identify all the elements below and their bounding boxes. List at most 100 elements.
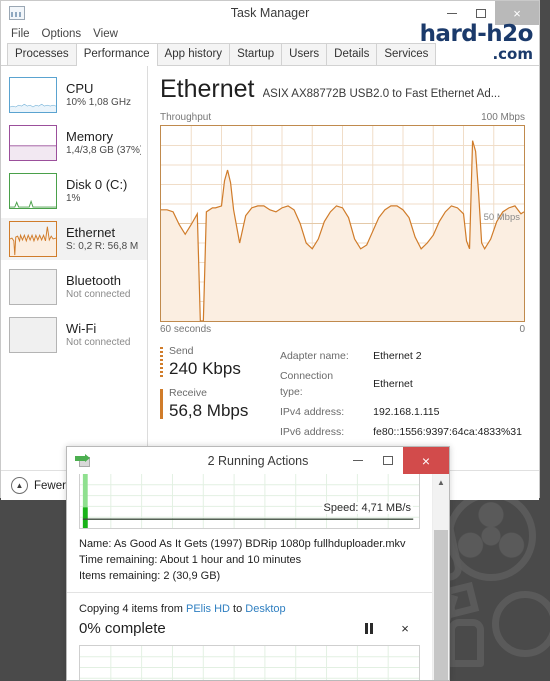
dialog-content: Speed: 4,71 MB/s Name: As Good As It Get… xyxy=(67,474,432,680)
copy-dest-link[interactable]: Desktop xyxy=(245,603,285,615)
menu-item-file[interactable]: File xyxy=(11,28,30,40)
tab-app-history[interactable]: App history xyxy=(156,43,231,65)
copy-icon xyxy=(75,453,91,468)
copy-progress-dialog: 2 Running Actions × Speed: 4,71 MB/s Nam… xyxy=(66,446,450,681)
panel-header: Ethernet ASIX AX88772B USB2.0 to Fast Et… xyxy=(160,76,525,103)
connection-type-value: Ethernet xyxy=(373,378,413,390)
tab-bar: Processes Performance App history Startu… xyxy=(1,43,539,66)
adapter-info-table: Adapter name: Ethernet 2 Connection type… xyxy=(277,345,525,443)
copy-source-line: Copying 4 items from PElis HD to Desktop xyxy=(79,603,420,615)
wallpaper-circle-icon xyxy=(492,591,550,657)
copy-controls: × xyxy=(360,619,420,637)
table-row: IPv4 address: 192.168.1.115 xyxy=(279,403,523,421)
dialog-maximize-button[interactable] xyxy=(373,447,403,474)
sidebar-bluetooth-name: Bluetooth xyxy=(66,273,121,288)
copy-progress-chart-svg xyxy=(80,646,419,680)
cancel-button[interactable]: × xyxy=(396,619,414,637)
receive-label: Receive xyxy=(169,387,207,399)
copy-progress-row: 0% complete × xyxy=(79,619,420,637)
chevron-up-icon: ▲ xyxy=(11,477,28,494)
dialog-minimize-button[interactable] xyxy=(343,447,373,474)
scrollbar-up-arrow[interactable]: ▲ xyxy=(433,474,449,491)
receive-value: 56,8 Mbps xyxy=(169,401,249,420)
copy-percent-label: 0% complete xyxy=(79,619,166,637)
copy-operation-block: Copying 4 items from PElis HD to Desktop… xyxy=(67,593,432,680)
throughput-chart: 50 Mbps xyxy=(160,125,525,322)
tab-startup[interactable]: Startup xyxy=(229,43,283,65)
send-label: Send xyxy=(169,345,194,357)
copy-arrow-shape xyxy=(75,453,90,462)
sidebar-wifi-sub: Not connected xyxy=(66,337,131,348)
tab-performance[interactable]: Performance xyxy=(75,43,158,66)
close-button[interactable]: × xyxy=(495,1,539,25)
page-title: Ethernet xyxy=(160,75,255,103)
wallpaper-bulb-icon xyxy=(448,619,484,667)
transfer-name-line: Name: As Good As It Gets (1997) BDRip 10… xyxy=(79,538,406,550)
throughput-chart-svg xyxy=(161,126,524,321)
tab-users[interactable]: Users xyxy=(281,43,328,65)
table-row: Adapter name: Ethernet 2 xyxy=(279,347,523,365)
sidebar-item-ethernet[interactable]: Ethernet S: 0,2 R: 56,8 M xyxy=(1,218,147,260)
pause-button[interactable] xyxy=(360,619,378,637)
menu-item-options[interactable]: Options xyxy=(42,28,82,40)
minimize-button[interactable] xyxy=(437,1,466,25)
maximize-icon xyxy=(383,456,393,465)
sidebar-item-disk[interactable]: Disk 0 (C:) 1% xyxy=(1,170,147,212)
memory-mini-graph xyxy=(9,125,57,161)
sidebar-memory-sub: 1,4/3,8 GB (37%) xyxy=(66,145,141,156)
tab-processes[interactable]: Processes xyxy=(7,43,77,65)
sidebar-item-memory[interactable]: Memory 1,4/3,8 GB (37%) xyxy=(1,122,147,164)
graph-axis-right: 0 xyxy=(519,324,525,335)
ipv6-value: fe80::1556:9397:64ca:4833%31 xyxy=(373,426,522,438)
dialog-window-controls: × xyxy=(343,447,449,474)
dialog-scrollbar[interactable]: ▲ xyxy=(432,474,449,680)
pause-icon xyxy=(365,622,373,634)
ipv4-key: IPv4 address: xyxy=(279,406,345,418)
transfer-details: Name: As Good As It Gets (1997) BDRip 10… xyxy=(67,529,432,593)
sidebar-item-cpu[interactable]: CPU 10% 1,08 GHz xyxy=(1,74,147,116)
sidebar-ethernet-sub: S: 0,2 R: 56,8 M xyxy=(66,241,139,252)
minimize-icon xyxy=(353,460,363,461)
graph-midline-label: 50 Mbps xyxy=(483,212,520,223)
stats-row: Send 240 Kbps Receive 56,8 Mbps Adapter … xyxy=(160,345,525,443)
adapter-name-value: Ethernet 2 xyxy=(373,350,422,362)
wifi-mini-graph xyxy=(9,317,57,353)
graph-axis-row: 60 seconds 0 xyxy=(160,324,525,335)
sidebar-wifi-text: Wi-Fi Not connected xyxy=(66,321,131,349)
sidebar-bluetooth-sub: Not connected xyxy=(66,289,131,300)
ipv6-key: IPv6 address: xyxy=(279,426,345,438)
copy-prefix-text: Copying 4 items from xyxy=(79,603,186,615)
dialog-scroll-area: Speed: 4,71 MB/s Name: As Good As It Get… xyxy=(67,474,449,680)
sidebar-cpu-text: CPU 10% 1,08 GHz xyxy=(66,81,131,109)
graph-axis-left: 60 seconds xyxy=(160,324,212,335)
throughput-stats: Send 240 Kbps Receive 56,8 Mbps xyxy=(160,345,259,443)
sidebar-cpu-name: CPU xyxy=(66,81,94,96)
cpu-mini-graph xyxy=(9,77,57,113)
graph-caption-row: Throughput 100 Mbps xyxy=(160,112,525,123)
graph-caption-right: 100 Mbps xyxy=(481,112,525,123)
maximize-button[interactable] xyxy=(466,1,495,25)
send-stat: Send 240 Kbps xyxy=(160,345,259,379)
receive-stat: Receive 56,8 Mbps xyxy=(160,387,259,421)
sidebar-item-bluetooth[interactable]: Bluetooth Not connected xyxy=(1,266,147,308)
ipv4-value: 192.168.1.115 xyxy=(373,406,440,418)
speed-chart-svg xyxy=(80,474,419,528)
dialog-close-button[interactable]: × xyxy=(403,447,449,474)
minimize-icon xyxy=(446,12,457,14)
sidebar-item-wifi[interactable]: Wi-Fi Not connected xyxy=(1,314,147,356)
graph-caption-left: Throughput xyxy=(160,112,212,123)
sidebar-ethernet-text: Ethernet S: 0,2 R: 56,8 M xyxy=(66,225,138,253)
chart-icon xyxy=(9,6,25,20)
sidebar-bluetooth-text: Bluetooth Not connected xyxy=(66,273,131,301)
copy-source-link[interactable]: PElis HD xyxy=(186,603,230,615)
tab-details[interactable]: Details xyxy=(326,43,378,65)
send-value: 240 Kbps xyxy=(169,359,241,378)
tab-services[interactable]: Services xyxy=(376,43,437,65)
maximize-icon xyxy=(475,8,486,18)
scrollbar-thumb[interactable] xyxy=(434,530,448,680)
ethernet-mini-graph xyxy=(9,221,57,257)
sidebar-memory-text: Memory 1,4/3,8 GB (37%) xyxy=(66,129,141,157)
menu-item-view[interactable]: View xyxy=(93,28,118,40)
connection-type-key: Connection type: xyxy=(279,370,334,398)
copy-mid-text: to xyxy=(230,603,246,615)
